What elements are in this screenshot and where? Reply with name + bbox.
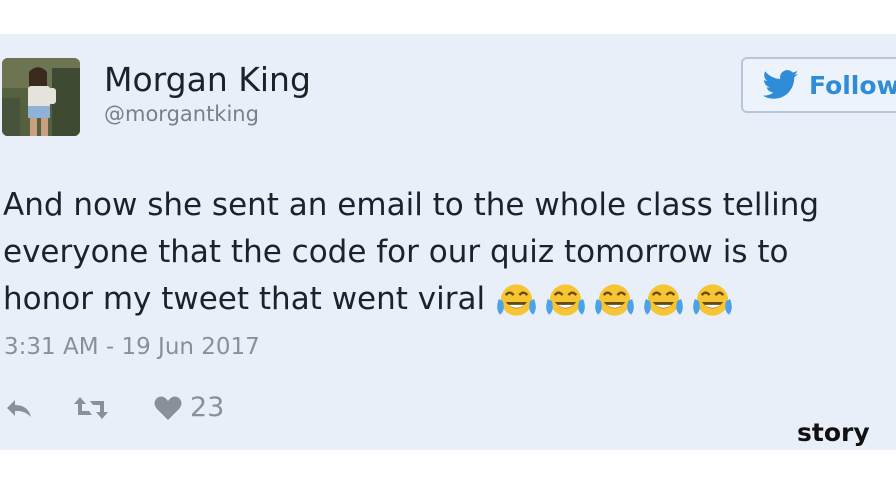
- page: Morgan King @morgantking Follow And now …: [0, 0, 896, 504]
- tears-of-joy-emoji-icon: [595, 283, 634, 316]
- retweet-icon: [74, 396, 108, 419]
- follow-label: Follow: [809, 70, 896, 100]
- emoji-row: [495, 281, 740, 321]
- heart-icon: [154, 396, 182, 420]
- like-count: 23: [190, 392, 225, 423]
- tweet-text: And now she sent an email to the whole c…: [3, 182, 896, 323]
- tweet-text-line: everyone that the code for our quiz tomo…: [3, 234, 789, 270]
- author-handle[interactable]: @morgantking: [104, 102, 259, 126]
- retweet-button[interactable]: [72, 395, 112, 421]
- tweet-actions: 23: [4, 392, 224, 423]
- tweet-text-line-last: honor my tweet that went viral: [3, 276, 896, 323]
- tears-of-joy-emoji-icon: [546, 283, 585, 316]
- avatar[interactable]: [2, 58, 80, 136]
- tears-of-joy-emoji-icon: [497, 283, 536, 316]
- tweet-text-fragment: honor my tweet that went viral: [3, 281, 486, 317]
- follow-button[interactable]: Follow: [741, 57, 896, 113]
- tears-of-joy-emoji-icon: [644, 283, 683, 316]
- tweet-text-line: And now she sent an email to the whole c…: [3, 187, 820, 223]
- like-button[interactable]: 23: [154, 392, 224, 423]
- watermark-label: story: [797, 418, 870, 447]
- tweet-card: Morgan King @morgantking Follow And now …: [0, 34, 896, 450]
- tears-of-joy-emoji-icon: [693, 283, 732, 316]
- author-name[interactable]: Morgan King: [104, 60, 311, 99]
- reply-icon: [7, 399, 31, 417]
- tweet-timestamp[interactable]: 3:31 AM - 19 Jun 2017: [4, 334, 260, 360]
- reply-button[interactable]: [4, 396, 36, 420]
- twitter-bird-icon: [763, 70, 799, 99]
